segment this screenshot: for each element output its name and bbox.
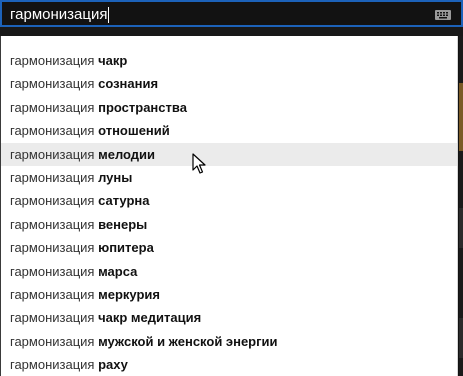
suggestion-query-text: гармонизация (10, 53, 95, 68)
suggestion-completion-text: мужской и женской энергии (98, 333, 278, 349)
suggestion-item[interactable]: гармонизация венеры (1, 213, 457, 236)
suggestion-completion-text: отношений (98, 123, 170, 139)
background-thumbnail-edge (459, 318, 463, 358)
suggestion-query-text: гармонизация (10, 193, 95, 209)
suggestion-query-text: гармонизация (10, 169, 95, 185)
suggestion-query-text: гармонизация (10, 286, 95, 302)
suggestion-query-text: гармонизация (10, 123, 95, 139)
keyboard-icon[interactable] (435, 10, 451, 20)
suggestion-item[interactable]: гармонизация сознания (1, 72, 457, 95)
search-bar[interactable]: гармонизация (0, 0, 463, 27)
suggestion-completion-text: юпитера (98, 240, 154, 256)
suggestion-item[interactable]: гармонизация меркурия (1, 283, 457, 306)
background-page-edge (459, 36, 463, 376)
suggestion-item[interactable]: гармонизация чакр (1, 49, 457, 72)
screen: гармонизация гармонизация чакр гармонизац… (0, 0, 463, 376)
suggestion-query-text: гармонизация (10, 216, 95, 232)
suggestion-query-text: гармонизация (10, 357, 95, 373)
background-strip (0, 27, 463, 36)
suggestion-completion-text: марса (98, 263, 138, 279)
suggestion-completion-text: чакр (98, 53, 128, 68)
suggestion-completion-text: чакр медитация (98, 310, 202, 326)
suggestion-query-text: гармонизация (10, 76, 95, 92)
suggestion-item[interactable]: гармонизация пространства (1, 96, 457, 119)
suggestion-query-text: гармонизация (10, 263, 95, 279)
suggestion-completion-text: раху (98, 357, 128, 373)
search-input[interactable]: гармонизация (10, 5, 110, 25)
background-thumbnail-edge (459, 208, 463, 248)
suggestion-item[interactable]: гармонизация отношений (1, 119, 457, 142)
suggestion-completion-text: луны (98, 169, 133, 185)
suggestion-completion-text: мелодии (98, 146, 156, 162)
suggestion-completion-text: венеры (98, 216, 148, 232)
suggestion-item[interactable]: гармонизация мужской и женской энергии (1, 330, 457, 353)
suggestion-item[interactable]: гармонизация раху (1, 353, 457, 376)
suggestion-item[interactable]: гармонизация мелодии (1, 142, 457, 166)
suggestion-query-text: гармонизация (10, 146, 95, 162)
suggestion-completion-text: сознания (98, 76, 159, 92)
suggestion-query-text: гармонизация (10, 333, 95, 349)
suggestion-item[interactable]: гармонизация юпитера (1, 236, 457, 259)
suggestion-completion-text: пространства (98, 99, 187, 115)
suggestion-query-text: гармонизация (10, 240, 95, 256)
suggestion-item[interactable]: гармонизация марса (1, 260, 457, 283)
suggestion-item[interactable]: гармонизация чакр медитация (1, 306, 457, 329)
suggestion-completion-text: сатурна (98, 193, 150, 209)
suggestion-completion-text: меркурия (98, 286, 160, 302)
suggestion-item[interactable]: гармонизация сатурна (1, 189, 457, 212)
suggestion-query-text: гармонизация (10, 310, 95, 326)
text-caret (108, 7, 110, 24)
suggestion-item[interactable]: гармонизация луны (1, 166, 457, 189)
search-input-text: гармонизация (10, 6, 108, 23)
suggestion-dropdown: гармонизация чакр гармонизация сознания га… (1, 36, 458, 376)
background-thumbnail-edge (459, 83, 463, 151)
suggestion-query-text: гармонизация (10, 99, 95, 115)
